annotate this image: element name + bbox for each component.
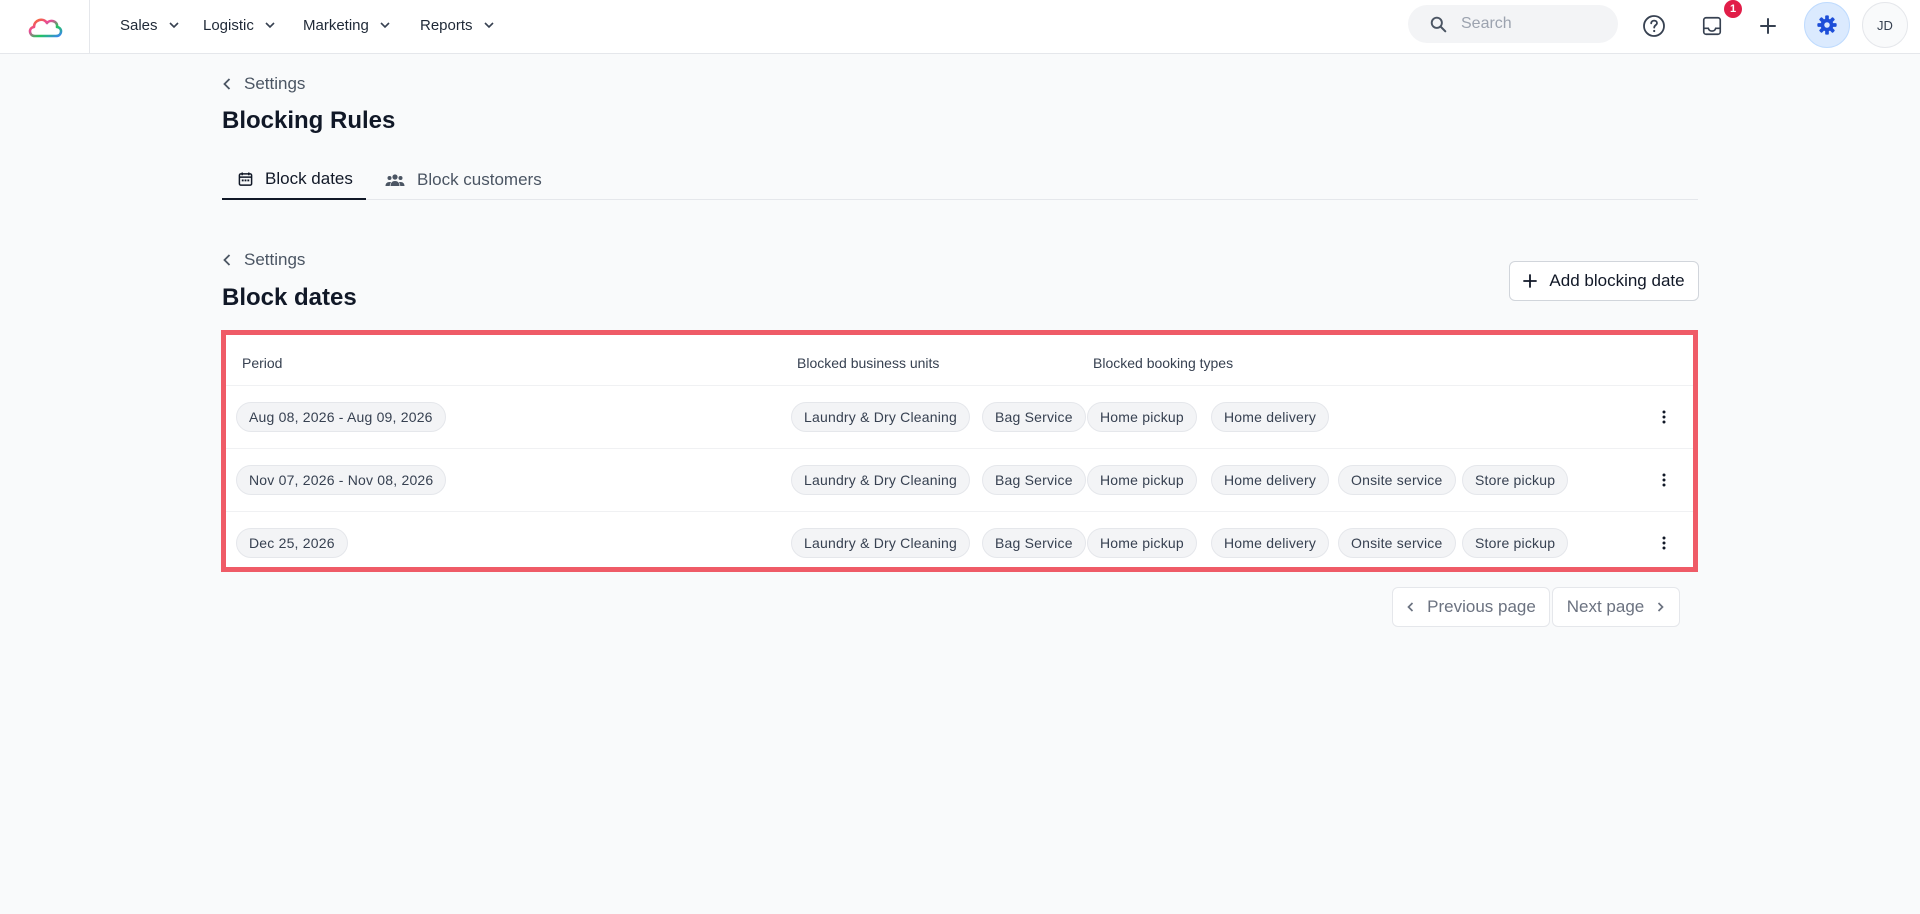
chevron-right-icon — [1658, 602, 1664, 612]
breadcrumb-settings[interactable]: Settings — [222, 74, 305, 94]
nav-marketing[interactable]: Marketing — [303, 14, 391, 36]
cloud-logo-icon — [28, 17, 62, 37]
section-title: Block dates — [222, 284, 357, 311]
booking-type-pill: Onsite service — [1338, 465, 1456, 495]
table-row[interactable]: Aug 08, 2026 - Aug 09, 2026 Laundry & Dr… — [226, 385, 1693, 448]
chevron-down-icon — [168, 22, 179, 29]
create-button[interactable] — [1750, 8, 1786, 44]
booking-type-pill: Home pickup — [1087, 465, 1197, 495]
next-page-label: Next page — [1566, 597, 1645, 616]
top-navigation-bar: Sales Logistic Marketing Reports 1 — [0, 0, 1920, 54]
chevron-down-icon — [380, 22, 390, 29]
booking-type-pill: Home pickup — [1087, 402, 1197, 432]
search-icon — [1430, 16, 1447, 32]
tab-block-customers[interactable]: Block customers — [385, 160, 542, 200]
booking-type-pill: Onsite service — [1338, 528, 1456, 558]
more-vertical-icon — [1662, 473, 1666, 487]
period-pill: Dec 25, 2026 — [236, 528, 348, 558]
chevron-left-icon — [223, 78, 231, 90]
column-header-booking-types: Blocked booking types — [1093, 355, 1234, 371]
add-blocking-date-label: Add blocking date — [1549, 271, 1685, 290]
booking-type-pill: Store pickup — [1462, 465, 1569, 495]
previous-page-button[interactable]: Previous page — [1392, 587, 1550, 627]
add-blocking-date-button[interactable]: Add blocking date — [1509, 261, 1699, 301]
nav-reports-label: Reports — [420, 16, 473, 34]
next-page-button[interactable]: Next page — [1552, 587, 1680, 627]
page-title: Blocking Rules — [222, 107, 396, 134]
user-avatar[interactable]: JD — [1862, 2, 1908, 48]
booking-type-pill: Home delivery — [1211, 528, 1330, 558]
business-unit-pill: Laundry & Dry Cleaning — [791, 402, 971, 432]
tab-block-customers-label: Block customers — [417, 170, 542, 189]
more-vertical-icon — [1662, 410, 1666, 424]
nav-marketing-label: Marketing — [303, 16, 369, 34]
section-breadcrumb-settings[interactable]: Settings — [222, 250, 305, 270]
nav-sales-label: Sales — [120, 16, 158, 34]
booking-type-pill: Home pickup — [1087, 528, 1197, 558]
column-header-business-units: Blocked business units — [797, 355, 940, 371]
nav-logistic-label: Logistic — [203, 16, 254, 34]
business-unit-pill: Laundry & Dry Cleaning — [791, 465, 971, 495]
previous-page-label: Previous page — [1427, 597, 1536, 616]
chevron-left-icon — [1407, 602, 1414, 612]
nav-logistic[interactable]: Logistic — [203, 14, 276, 36]
business-unit-pill: Bag Service — [982, 528, 1086, 558]
table-row[interactable]: Dec 25, 2026 Laundry & Dry Cleaning Bag … — [226, 511, 1693, 574]
business-unit-pill: Bag Service — [982, 465, 1086, 495]
calendar-icon — [238, 172, 253, 186]
booking-type-pill: Home delivery — [1211, 465, 1330, 495]
users-icon — [385, 174, 405, 186]
business-unit-pill: Laundry & Dry Cleaning — [791, 528, 971, 558]
chevron-down-icon — [483, 22, 494, 29]
breadcrumb-label: Settings — [244, 74, 306, 93]
row-actions-button[interactable] — [1650, 403, 1678, 431]
inbox-icon — [1702, 16, 1722, 36]
plus-icon — [1523, 274, 1538, 288]
chevron-down-icon — [265, 22, 275, 29]
chevron-left-icon — [223, 254, 231, 266]
help-icon — [1643, 15, 1665, 37]
more-vertical-icon — [1662, 536, 1666, 550]
row-actions-button[interactable] — [1650, 466, 1678, 494]
booking-type-pill: Home delivery — [1211, 402, 1330, 432]
notification-badge: 1 — [1724, 0, 1742, 18]
gear-icon — [1817, 15, 1837, 35]
search-bar[interactable] — [1408, 5, 1618, 43]
business-unit-pill: Bag Service — [982, 402, 1086, 432]
plus-icon — [1760, 18, 1776, 34]
column-header-period: Period — [242, 355, 283, 371]
nav-reports[interactable]: Reports — [420, 14, 495, 36]
table-row[interactable]: Nov 07, 2026 - Nov 08, 2026 Laundry & Dr… — [226, 448, 1693, 511]
section-breadcrumb-label: Settings — [244, 250, 306, 269]
search-input[interactable] — [1461, 15, 1601, 33]
tab-block-dates[interactable]: Block dates — [222, 160, 366, 200]
tab-block-dates-label: Block dates — [265, 169, 353, 188]
row-actions-button[interactable] — [1650, 529, 1678, 557]
nav-sales[interactable]: Sales — [120, 14, 180, 36]
period-pill: Aug 08, 2026 - Aug 09, 2026 — [236, 402, 446, 432]
blocked-dates-table: Period Blocked business units Blocked bo… — [221, 330, 1698, 572]
period-pill: Nov 07, 2026 - Nov 08, 2026 — [236, 465, 447, 495]
app-logo[interactable] — [0, 0, 90, 53]
booking-type-pill: Store pickup — [1462, 528, 1569, 558]
help-button[interactable] — [1636, 8, 1672, 44]
settings-button[interactable] — [1804, 2, 1850, 48]
